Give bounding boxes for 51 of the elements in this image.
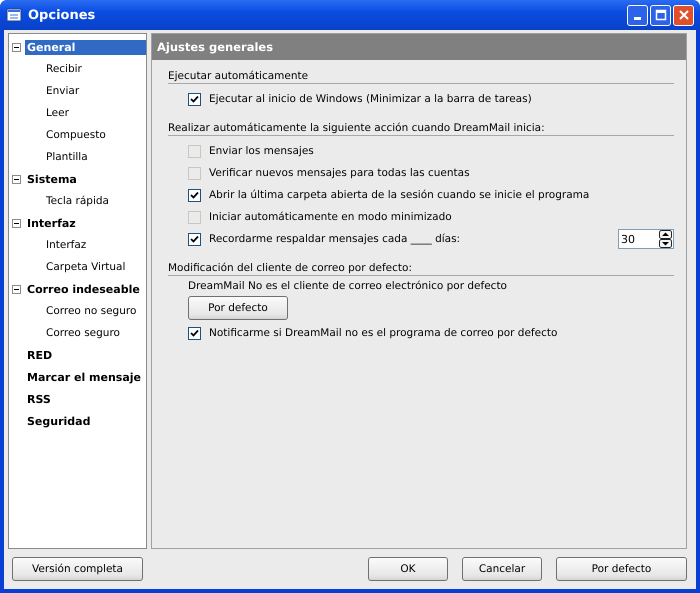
tree-item[interactable]: Carpeta Virtual [45, 260, 126, 274]
tree-item[interactable]: Correo no seguro [45, 304, 138, 318]
dialog-button[interactable]: OK [368, 557, 448, 581]
tree-item[interactable]: Compuesto [45, 128, 107, 142]
dialog-button[interactable]: Por defecto [556, 557, 687, 581]
checkbox[interactable] [188, 326, 201, 340]
tree-item[interactable]: RSS [25, 392, 53, 406]
tree-item[interactable]: Interfaz [25, 216, 78, 230]
spin-arrows-icon[interactable] [659, 230, 672, 248]
tree-item[interactable]: Sistema [25, 172, 79, 186]
checkbox-label: Enviar los mensajes [209, 145, 315, 157]
checkbox-label: Iniciar automáticamente en modo minimizado [209, 211, 453, 223]
tree-item[interactable]: RED [25, 348, 54, 362]
tree-item[interactable]: Tecla rápida [45, 194, 110, 208]
tree-item[interactable]: Leer [45, 106, 70, 120]
checkbox-label: Notificarme si DreamMail no es el programa de correo por defecto [209, 327, 558, 339]
tree-item[interactable]: Enviar [45, 84, 80, 98]
maximize-icon[interactable] [654, 9, 666, 21]
maximize-button[interactable] [650, 4, 671, 26]
collapse-icon[interactable] [12, 284, 21, 294]
tree-item[interactable]: Recibir [45, 62, 83, 76]
checkbox-label: Abrir la última carpeta abierta de la sesión cuando se inicie el programa [209, 189, 590, 201]
collapse-icon[interactable] [12, 174, 21, 184]
tree-item[interactable]: Marcar el mensaje [25, 370, 144, 384]
collapse-icon[interactable] [12, 218, 21, 228]
checkbox[interactable] [188, 92, 201, 106]
section-heading: Modificación del cliente de correo por defecto: [168, 260, 674, 276]
minimize-button[interactable] [627, 4, 648, 26]
close-button[interactable] [673, 4, 694, 26]
checkbox[interactable] [188, 232, 201, 246]
checkbox[interactable] [188, 188, 201, 202]
window-icon [6, 7, 22, 23]
tree-item[interactable]: General [25, 40, 146, 54]
window-title: Opciones [28, 8, 96, 22]
checkbox-label: Recordarme respaldar mensajes cada ____ días: [209, 233, 462, 245]
tree-item[interactable]: Seguridad [25, 414, 92, 428]
collapse-icon[interactable] [12, 42, 21, 52]
checkbox-label: Ejecutar al inicio de Windows (Minimizar a la barra de tareas) [209, 93, 533, 105]
section-heading: Ejecutar automáticamente [168, 68, 674, 84]
status-text: DreamMail No es el cliente de correo electrónico por defecto [187, 280, 508, 292]
checkbox-label: Verificar nuevos mensajes para todas las cuentas [209, 167, 471, 179]
close-icon[interactable] [678, 9, 690, 21]
tree-item[interactable]: Correo seguro [45, 326, 121, 340]
full-version-button[interactable]: Versión completa [12, 557, 143, 581]
tree-item[interactable]: Interfaz [45, 238, 88, 252]
tree-item[interactable]: Correo indeseable [25, 282, 142, 296]
dialog-button[interactable]: Cancelar [462, 557, 542, 581]
panel-header: Ajustes generales [152, 34, 686, 60]
tree-item[interactable]: Plantilla [45, 150, 89, 164]
section-heading: Realizar automáticamente la siguiente acción cuando DreamMail inicia: [168, 120, 674, 136]
default-client-button[interactable]: Por defecto [188, 296, 288, 320]
